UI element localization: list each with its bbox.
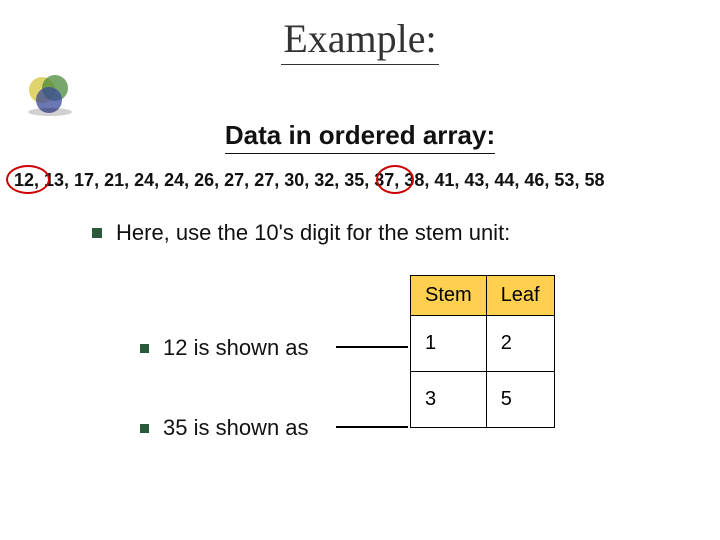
table-header-stem: Stem	[411, 276, 487, 316]
sub-bullet-2-text: 35 is shown as	[163, 415, 309, 441]
ordered-array-values: 12, 13, 17, 21, 24, 24, 26, 27, 27, 30, …	[14, 170, 604, 191]
cell-leaf-1: 2	[486, 316, 554, 372]
sub-bullet-2: 35 is shown as	[140, 415, 309, 441]
highlight-circle-12	[6, 165, 50, 194]
venn-logo-icon	[20, 72, 80, 117]
slide-title: Example:	[281, 15, 438, 65]
sub-bullet-1: 12 is shown as	[140, 335, 309, 361]
main-bullet: Here, use the 10's digit for the stem un…	[92, 220, 510, 246]
table-row: 1 2	[411, 316, 555, 372]
table-header-leaf: Leaf	[486, 276, 554, 316]
cell-stem-2: 3	[411, 372, 487, 428]
bullet-square-icon	[140, 344, 149, 353]
connector-line-1	[336, 340, 416, 360]
cell-leaf-2: 5	[486, 372, 554, 428]
bullet-square-icon	[140, 424, 149, 433]
table-row: 3 5	[411, 372, 555, 428]
cell-stem-1: 1	[411, 316, 487, 372]
connector-line-2	[336, 420, 416, 440]
bullet-square-icon	[92, 228, 102, 238]
highlight-circle-35	[376, 165, 414, 194]
stem-leaf-table: Stem Leaf 1 2 3 5	[410, 275, 555, 428]
subtitle: Data in ordered array:	[225, 120, 495, 154]
main-bullet-text: Here, use the 10's digit for the stem un…	[116, 220, 510, 246]
sub-bullet-1-text: 12 is shown as	[163, 335, 309, 361]
